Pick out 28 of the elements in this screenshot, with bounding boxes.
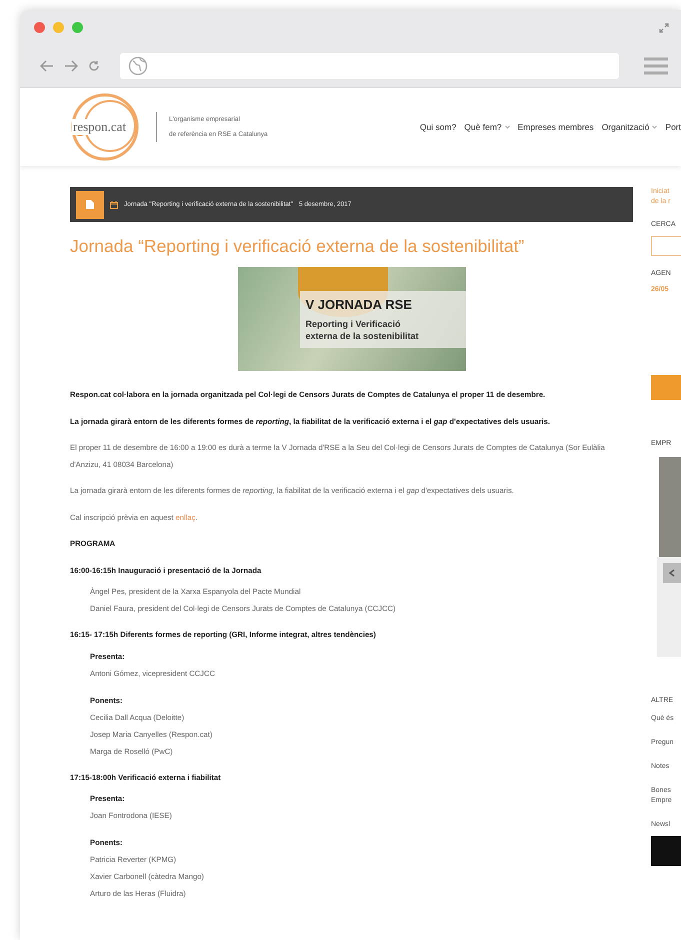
caret-icon — [652, 125, 658, 129]
search-field[interactable] — [651, 236, 681, 256]
maximize-icon[interactable] — [72, 22, 83, 33]
nav-link[interactable]: Empreses membres — [518, 122, 594, 132]
nav-link[interactable]: Organització — [602, 122, 658, 132]
nav-link[interactable]: Qui som? — [420, 122, 456, 132]
nav-link[interactable]: Port — [665, 122, 681, 132]
previous-button[interactable] — [663, 563, 681, 583]
menu-icon[interactable] — [643, 56, 669, 76]
site-logo[interactable]: respon.cat — [70, 92, 140, 162]
article-title: Jornada “Reporting i verificació externa de la sostenibilitat” — [70, 236, 526, 257]
document-icon — [86, 200, 94, 209]
image-placeholder — [651, 836, 681, 866]
close-icon[interactable] — [34, 22, 45, 33]
banner-heading: V JORNADA RSE — [306, 296, 413, 312]
caret-icon — [504, 125, 510, 129]
banner-subtitle: externa de la sostenibilitat — [306, 330, 420, 342]
post-format-button[interactable] — [76, 190, 104, 218]
globe-icon — [128, 56, 148, 76]
back-icon[interactable] — [40, 60, 54, 72]
chevron-left-icon — [668, 569, 676, 577]
forward-icon[interactable] — [64, 60, 78, 72]
expand-icon[interactable] — [659, 22, 669, 32]
calendar-icon — [110, 200, 118, 208]
minimize-icon[interactable] — [53, 22, 64, 33]
nav-link[interactable]: Què fem? — [464, 122, 510, 132]
reload-icon[interactable] — [88, 60, 100, 72]
banner-subtitle: Reporting i Verificació — [306, 318, 402, 330]
